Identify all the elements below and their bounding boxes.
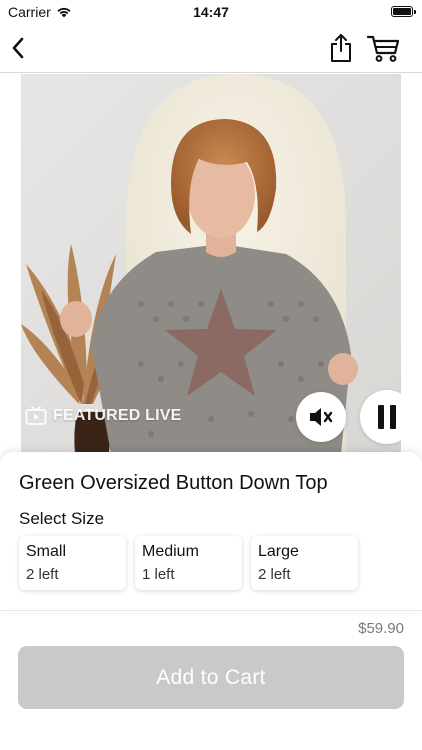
cart-icon	[366, 35, 400, 62]
chevron-left-icon	[12, 37, 24, 59]
share-icon	[331, 34, 351, 62]
size-name: Large	[258, 543, 299, 560]
size-availability: 2 left	[26, 566, 59, 583]
footer-divider	[0, 610, 422, 611]
video-player[interactable]: FEATURED LIVE	[21, 74, 401, 454]
add-to-cart-button[interactable]: Add to Cart	[18, 646, 404, 709]
back-button[interactable]	[6, 34, 34, 62]
product-price: $59.90	[358, 620, 404, 637]
cart-button[interactable]	[366, 32, 402, 64]
size-availability: 1 left	[142, 566, 175, 583]
tv-icon	[25, 406, 47, 425]
size-options: Small 2 left Medium 1 left Large 2 left	[19, 536, 358, 590]
size-name: Small	[26, 543, 67, 560]
battery-icon	[391, 6, 416, 17]
size-option-medium[interactable]: Medium 1 left	[135, 536, 242, 590]
select-size-label: Select Size	[19, 509, 105, 528]
product-details-sheet: Green Oversized Button Down Top Select S…	[0, 452, 422, 612]
size-name: Medium	[142, 543, 199, 560]
mute-button[interactable]	[296, 392, 346, 442]
clock: 14:47	[193, 4, 229, 20]
product-title: Green Oversized Button Down Top	[19, 472, 328, 494]
featured-live-label: FEATURED LIVE	[53, 407, 182, 424]
featured-live-badge: FEATURED LIVE	[25, 406, 182, 426]
video-frame	[21, 74, 401, 454]
size-option-large[interactable]: Large 2 left	[251, 536, 358, 590]
share-button[interactable]	[326, 32, 356, 64]
pause-icon	[378, 405, 396, 429]
navigation-bar	[0, 24, 422, 73]
size-option-small[interactable]: Small 2 left	[19, 536, 126, 590]
status-bar: Carrier 14:47	[0, 0, 422, 24]
speaker-muted-icon	[310, 408, 333, 426]
size-availability: 2 left	[258, 566, 291, 583]
